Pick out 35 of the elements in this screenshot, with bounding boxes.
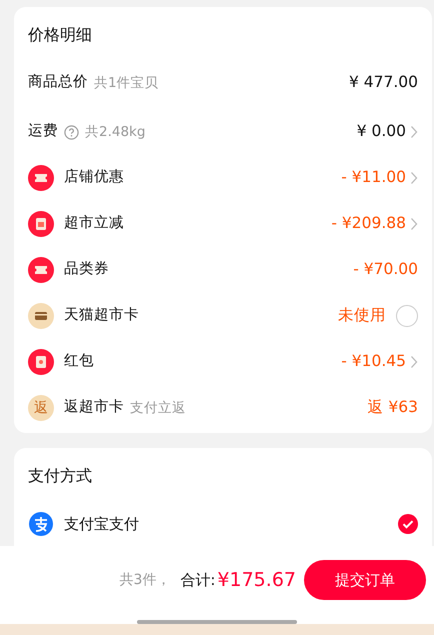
total-label: 合计: [180,570,216,591]
row-label: 运费 [28,122,58,142]
card-title: 支付方式 [28,465,93,487]
row-note: 共2.48kg [85,122,146,142]
envelope-icon [28,349,54,375]
card-icon [28,303,54,329]
row-label: 返超市卡 [64,398,124,418]
row-note: 支付立返 [130,398,186,418]
ticket-icon [28,257,54,283]
row-note: 共1件宝贝 [94,74,159,93]
amount: 未使用 [338,305,386,326]
row-label: 品类券 [64,260,109,280]
amount: ¥ 0.00 [356,121,406,142]
amount: - ¥11.00 [341,167,406,188]
check-icon[interactable] [398,514,418,534]
row-label: 红包 [64,352,94,372]
row-label: 商品总价 [28,72,88,92]
submit-button[interactable]: 提交订单 [304,560,426,600]
card-title: 价格明细 [28,24,93,46]
payment-icon [28,511,54,537]
item-count: 共3件， [119,570,170,590]
return-icon: 返 [28,395,54,421]
amount: - ¥70.00 [353,259,418,280]
amount: - ¥209.88 [331,213,406,234]
row-label: 天猫超市卡 [64,306,139,326]
amount: 返 ¥63 [367,397,418,418]
amount: - ¥10.45 [341,351,406,372]
discount-icon [28,211,54,237]
row-label: 店铺优惠 [64,168,124,188]
radio-button[interactable] [396,305,418,327]
payment-label: 支付宝支付 [64,514,139,535]
row-label: 超市立减 [64,214,124,234]
amount: ¥ 477.00 [348,72,418,94]
ticket-icon [28,165,54,191]
total-price: ¥175.67 [217,568,296,593]
